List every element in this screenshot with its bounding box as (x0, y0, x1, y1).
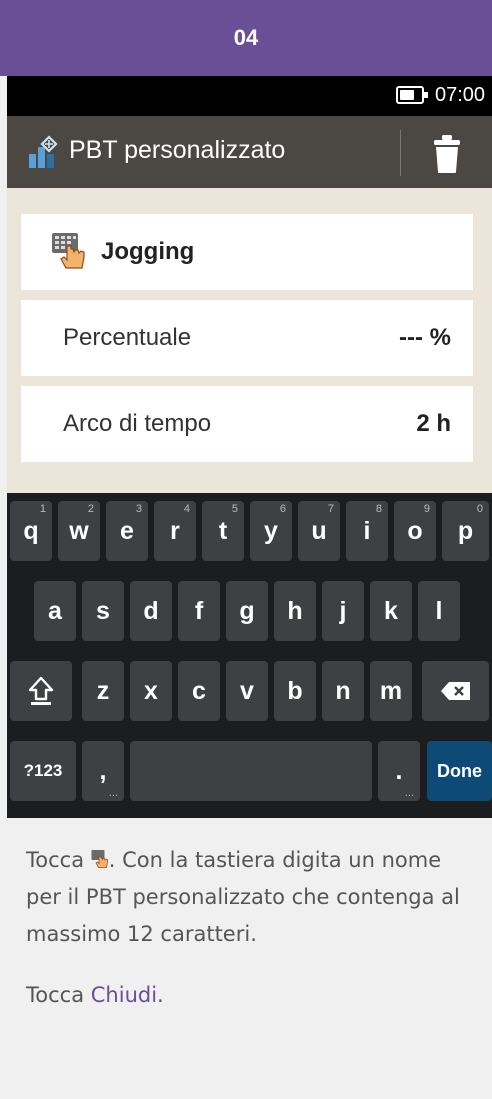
key-l[interactable]: l (418, 581, 460, 641)
key-c[interactable]: c (178, 661, 220, 721)
key-k[interactable]: k (370, 581, 412, 641)
key-n[interactable]: n (322, 661, 364, 721)
time-row[interactable]: Arco di tempo 2 h (21, 386, 473, 462)
title-bar: PBT personalizzato (7, 116, 492, 188)
key-m[interactable]: m (370, 661, 412, 721)
title-divider (400, 130, 401, 176)
key-x[interactable]: x (130, 661, 172, 721)
onscreen-keyboard: q1 w2 e3 r4 t5 y6 u7 i8 o9 p0 a s d f g … (7, 493, 492, 818)
pbt-name-value: Jogging (101, 238, 195, 265)
backspace-icon (440, 682, 470, 700)
percent-value: --- % (399, 324, 451, 351)
key-r[interactable]: r4 (154, 501, 196, 561)
page-title: PBT personalizzato (69, 136, 286, 164)
key-b[interactable]: b (274, 661, 316, 721)
shift-icon (28, 676, 54, 705)
delete-button[interactable] (423, 130, 471, 178)
battery-icon (396, 86, 428, 104)
key-j[interactable]: j (322, 581, 364, 641)
key-q[interactable]: q1 (10, 501, 52, 561)
space-key[interactable] (130, 741, 372, 801)
key-v[interactable]: v (226, 661, 268, 721)
key-d[interactable]: d (130, 581, 172, 641)
keyboard-hand-icon[interactable] (51, 232, 87, 270)
key-z[interactable]: z (82, 661, 124, 721)
key-e[interactable]: e3 (106, 501, 148, 561)
key-g[interactable]: g (226, 581, 268, 641)
key-p[interactable]: p0 (442, 501, 489, 561)
key-o[interactable]: o9 (394, 501, 436, 561)
keyboard-hand-icon (91, 844, 109, 868)
instruction-step-1: Tocca . Con la tastiera digita un nome p… (26, 842, 476, 953)
key-a[interactable]: a (34, 581, 76, 641)
time-label: Arco di tempo (63, 410, 212, 437)
custom-pbt-icon (27, 134, 63, 170)
backspace-key[interactable] (422, 661, 489, 721)
name-row[interactable]: Jogging (21, 214, 473, 290)
status-time: 07:00 (435, 84, 486, 106)
key-u[interactable]: u7 (298, 501, 340, 561)
step-header: 04 (0, 0, 492, 76)
instruction-step-2: Tocca Chiudi. (26, 983, 164, 1007)
close-link[interactable]: Chiudi (91, 983, 157, 1007)
symbols-key[interactable]: ?123 (10, 741, 76, 801)
status-bar: 07:00 (7, 76, 492, 116)
key-w[interactable]: w2 (58, 501, 100, 561)
percent-row[interactable]: Percentuale --- % (21, 300, 473, 376)
trash-icon (434, 135, 460, 173)
comma-key[interactable]: ,... (82, 741, 124, 801)
period-key[interactable]: .... (378, 741, 420, 801)
device-screen: 07:00 PBT personalizzato Jogging Percent… (7, 76, 492, 818)
time-value: 2 h (416, 410, 451, 437)
step-number: 04 (233, 25, 259, 50)
form-area: Jogging Percentuale --- % Arco di tempo … (7, 188, 492, 493)
done-key[interactable]: Done (427, 741, 492, 801)
key-f[interactable]: f (178, 581, 220, 641)
key-s[interactable]: s (82, 581, 124, 641)
key-i[interactable]: i8 (346, 501, 388, 561)
shift-key[interactable] (10, 661, 72, 721)
key-h[interactable]: h (274, 581, 316, 641)
key-t[interactable]: t5 (202, 501, 244, 561)
instructions: Tocca . Con la tastiera digita un nome p… (26, 842, 476, 1038)
key-y[interactable]: y6 (250, 501, 292, 561)
percent-label: Percentuale (63, 324, 192, 351)
